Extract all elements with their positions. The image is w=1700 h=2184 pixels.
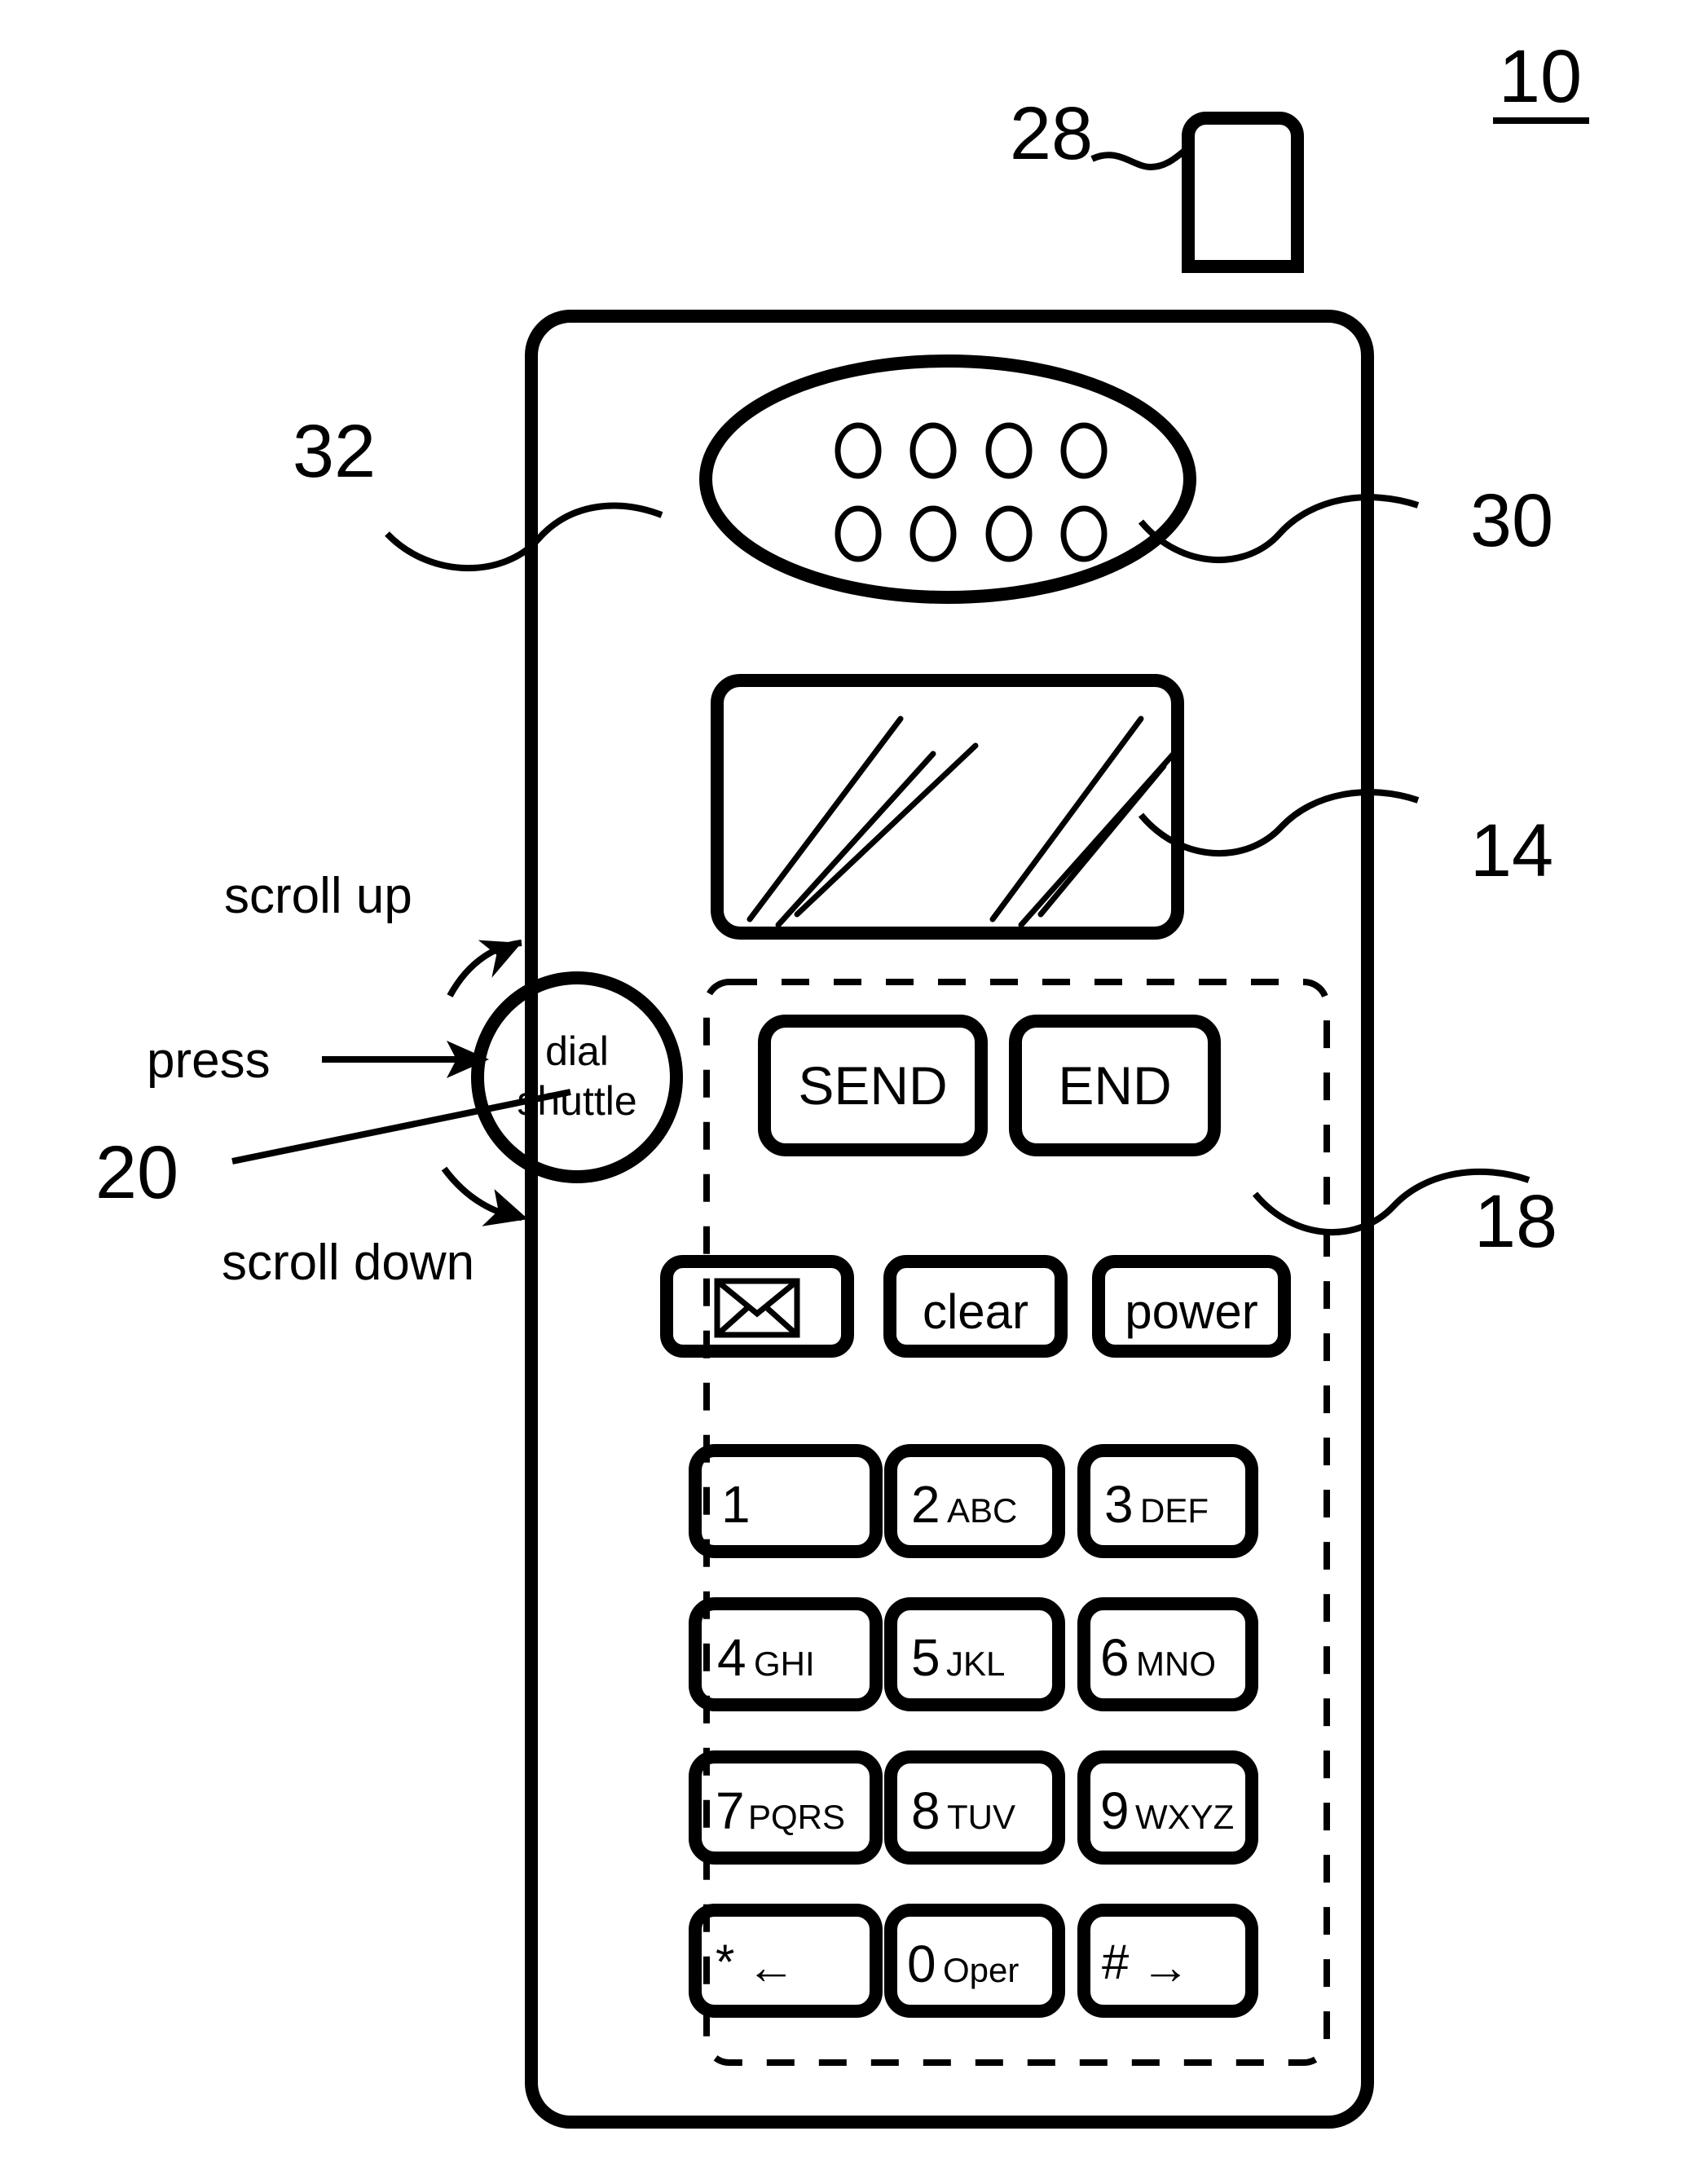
key-4-digit: 4 — [717, 1628, 747, 1687]
envelope-icon — [714, 1278, 800, 1338]
key-7[interactable]: 7 PQRS — [689, 1750, 883, 1865]
scroll-up-arrow-head — [478, 940, 522, 978]
key-pound-digit: # — [1102, 1935, 1130, 1989]
key-7-letters: PQRS — [748, 1798, 845, 1836]
ref-speaker-30-label: 30 — [1470, 479, 1553, 562]
antenna-body — [1182, 112, 1304, 273]
key-pound[interactable]: # → — [1077, 1904, 1258, 2018]
key-2[interactable]: 2 ABC — [884, 1444, 1065, 1558]
display — [711, 674, 1184, 940]
speaker-holes — [835, 422, 1108, 562]
ref-antenna-28-label: 28 — [1010, 92, 1093, 175]
figure-canvas: 10 28 32 30 14 18 dial shuttle scroll up… — [0, 0, 1700, 2184]
key-3-letters: DEF — [1140, 1491, 1209, 1530]
key-0-letters: Oper — [943, 1951, 1019, 1989]
ref-earpiece-32-leader — [385, 502, 663, 572]
key-8[interactable]: 8 TUV — [884, 1750, 1065, 1865]
speaker-hole — [835, 422, 882, 479]
ref-handset-10: 10 — [1493, 35, 1589, 124]
ref-handset-10-label: 10 — [1499, 35, 1582, 118]
key-5-digit: 5 — [911, 1628, 940, 1687]
press-arrow — [322, 1041, 489, 1078]
key-pound-arrow: → — [1141, 1940, 1190, 1994]
speaker-hole — [985, 422, 1033, 479]
ref-antenna-28-leader — [1090, 143, 1192, 171]
ref-antenna-28: 28 — [1010, 92, 1192, 175]
ref-earpiece-32: 32 — [293, 410, 663, 572]
ref-earpiece-32-label: 32 — [293, 410, 376, 493]
ref-keypad-18-label: 18 — [1474, 1180, 1557, 1263]
speaker-hole — [1060, 422, 1108, 479]
key-4[interactable]: 4 GHI — [689, 1597, 883, 1711]
key-6[interactable]: 6 MNO — [1077, 1597, 1258, 1711]
key-3[interactable]: 3 DEF — [1077, 1444, 1258, 1558]
end-key-label: END — [1058, 1055, 1171, 1116]
key-0-digit: 0 — [907, 1935, 936, 1993]
key-5-letters: JKL — [946, 1645, 1005, 1683]
key-2-digit: 2 — [911, 1475, 940, 1534]
speaker-hole — [909, 422, 957, 479]
display-shine-line — [1037, 763, 1167, 918]
envelope-icon-flap — [715, 1279, 799, 1318]
speaker-ellipse — [699, 354, 1196, 604]
key-2-letters: ABC — [947, 1491, 1017, 1530]
press-label: press — [147, 1033, 271, 1089]
power-key[interactable]: power — [1092, 1255, 1291, 1358]
ref-speaker-30: 30 — [1138, 479, 1553, 564]
ref-display-14: 14 — [1138, 789, 1553, 892]
ref-dial-shuttle-20-label: 20 — [95, 1131, 178, 1214]
speaker-hole — [909, 505, 957, 562]
key-9-letters: WXYZ — [1135, 1798, 1234, 1836]
clear-key-label: clear — [923, 1284, 1028, 1339]
key-7-digit: 7 — [716, 1781, 745, 1840]
key-3-digit: 3 — [1104, 1475, 1134, 1534]
end-key[interactable]: END — [1009, 1015, 1221, 1156]
message-key[interactable] — [660, 1255, 854, 1358]
power-key-label: power — [1125, 1284, 1257, 1339]
key-1-digit: 1 — [721, 1475, 751, 1534]
ref-display-14-label: 14 — [1470, 809, 1553, 892]
key-6-digit: 6 — [1100, 1628, 1130, 1687]
key-star-digit: * — [716, 1935, 734, 1989]
speaker-hole — [1060, 505, 1108, 562]
ref-keypad-18: 18 — [1252, 1168, 1557, 1263]
key-9-digit: 9 — [1100, 1781, 1130, 1840]
key-4-letters: GHI — [754, 1645, 815, 1683]
key-0[interactable]: 0 Oper — [884, 1904, 1065, 2018]
scroll-down-arrow — [441, 1166, 528, 1226]
scroll-down-label: scroll down — [222, 1235, 474, 1291]
speaker-grille — [699, 354, 1196, 604]
key-9[interactable]: 9 WXYZ — [1077, 1750, 1258, 1865]
send-key-label: SEND — [798, 1055, 947, 1116]
key-5[interactable]: 5 JKL — [884, 1597, 1065, 1711]
scroll-up-arrow — [447, 940, 522, 997]
patent-figure: 10 28 32 30 14 18 dial shuttle scroll up… — [95, 35, 1589, 2129]
antenna — [1182, 112, 1304, 273]
send-key[interactable]: SEND — [758, 1015, 988, 1156]
key-8-letters: TUV — [947, 1798, 1015, 1836]
display-bezel — [711, 674, 1184, 940]
dial-shuttle-wheel[interactable] — [471, 971, 683, 1183]
clear-key[interactable]: clear — [883, 1255, 1068, 1358]
dial-shuttle[interactable]: dial shuttle — [471, 971, 683, 1183]
display-shine-line — [794, 742, 979, 918]
key-1[interactable]: 1 — [689, 1444, 883, 1558]
key-6-letters: MNO — [1136, 1645, 1216, 1683]
key-8-digit: 8 — [911, 1781, 940, 1840]
speaker-hole — [835, 505, 882, 562]
dial-shuttle-label-line1: dial — [545, 1028, 609, 1074]
scroll-up-label: scroll up — [224, 868, 412, 924]
key-star[interactable]: * ← — [689, 1904, 883, 2018]
speaker-hole — [985, 505, 1033, 562]
key-star-arrow: ← — [747, 1940, 795, 1994]
